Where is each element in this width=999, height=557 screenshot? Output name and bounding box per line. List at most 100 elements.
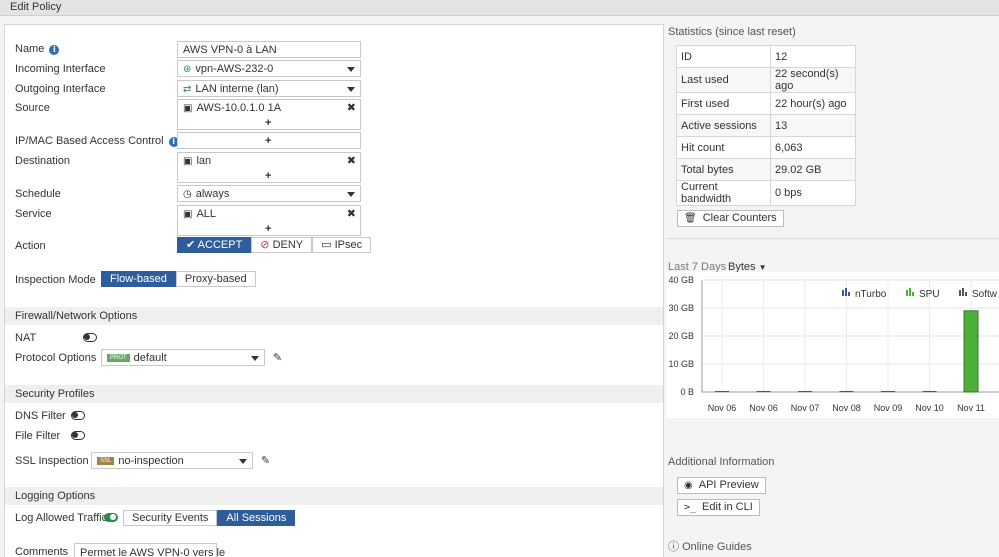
x-tick-label: Nov 06 [708, 403, 737, 413]
statistics-row: Current bandwidth 0 bps [676, 180, 856, 206]
flow-based-button[interactable]: Flow-based [101, 271, 176, 287]
service-field[interactable]: ▣ ALL ✖ + [177, 205, 361, 236]
bar-spu [922, 391, 937, 392]
remove-service-icon[interactable]: ✖ [347, 207, 356, 220]
statistics-title: Statistics (since last reset) [668, 26, 796, 38]
ssl-tag: SSL [97, 457, 115, 465]
name-input[interactable]: AWS VPN-0 à LAN [177, 41, 361, 58]
edit-pencil-icon[interactable]: ✎ [273, 351, 282, 364]
service-icon: ▣ [183, 209, 193, 220]
action-label: Action [15, 240, 46, 252]
statistics-key: ID [676, 45, 771, 68]
log-allowed-traffic-toggle[interactable] [104, 513, 118, 522]
chevron-down-icon [347, 67, 355, 72]
monitor-icon: ▭ [321, 239, 335, 251]
statistics-table: ID 12 Last used 22 second(s) ago First used 2… [676, 45, 856, 206]
action-ipsec-button[interactable]: ▭ IPsec [312, 237, 372, 253]
legend-label: nTurbo [855, 289, 887, 300]
nat-toggle[interactable] [83, 333, 97, 342]
destination-field[interactable]: ▣ lan ✖ + [177, 152, 361, 183]
nat-label: NAT [15, 332, 37, 344]
dns-filter-toggle[interactable] [71, 411, 85, 420]
legend-swatch [845, 288, 847, 296]
statistics-value: 12 [770, 45, 856, 68]
bar-spu [839, 391, 854, 392]
ipmac-field[interactable]: + [177, 132, 361, 149]
security-events-button[interactable]: Security Events [123, 510, 218, 526]
address-object-icon: ▣ [183, 156, 193, 167]
divider [666, 238, 999, 239]
x-tick-label: Nov 06 [749, 403, 778, 413]
x-tick-label: Nov 11 [957, 403, 985, 413]
chevron-down-icon [347, 87, 355, 92]
clear-counters-button[interactable]: 🗑 Clear Counters [677, 210, 784, 227]
action-accept-button[interactable]: ✔ ACCEPT [177, 237, 252, 253]
statistics-row: ID 12 [676, 45, 856, 68]
statistics-row: Total bytes 29.02 GB [676, 158, 856, 181]
statistics-value: 22 second(s) ago [770, 67, 856, 93]
statistics-row: Last used 22 second(s) ago [676, 67, 856, 93]
outgoing-interface-label: Outgoing Interface [15, 83, 106, 95]
check-icon: ✔ [186, 239, 198, 251]
service-label: Service [15, 208, 52, 220]
add-source-icon[interactable]: + [265, 117, 271, 129]
online-guides-link[interactable]: ⓘ Online Guides [668, 538, 752, 554]
add-destination-icon[interactable]: + [265, 170, 271, 182]
eye-icon: ◉ [684, 480, 693, 491]
api-preview-button[interactable]: ◉ API Preview [677, 477, 766, 494]
statistics-row: First used 22 hour(s) ago [676, 92, 856, 115]
title-bar: Edit Policy [0, 0, 999, 16]
add-ipmac-icon[interactable]: + [265, 135, 271, 147]
statistics-value: 22 hour(s) ago [770, 92, 856, 115]
policy-form: Name i AWS VPN-0 à LAN Incoming Interface… [4, 24, 664, 557]
security-section-header: Security Profiles [5, 385, 663, 403]
statistics-value: 29.02 GB [770, 158, 856, 181]
ssl-inspection-select[interactable]: SSL no-inspection [91, 452, 253, 469]
logging-mode-group: Security Events All Sessions [123, 510, 296, 526]
proxy-based-button[interactable]: Proxy-based [175, 271, 256, 287]
statistics-row: Hit count 6,063 [676, 136, 856, 159]
incoming-interface-label: Incoming Interface [15, 63, 106, 75]
statistics-key: Total bytes [676, 158, 771, 181]
x-tick-label: Nov 08 [832, 403, 861, 413]
statistics-value: 13 [770, 114, 856, 137]
protocol-tag: PROT [107, 354, 130, 362]
traffic-chart-svg: 40 GB 30 GB 20 GB 10 GB 0 B Nov 06 Nov 06 Nov 0… [668, 275, 999, 413]
remove-source-icon[interactable]: ✖ [347, 101, 356, 114]
statistics-key: Last used [676, 67, 771, 93]
chevron-down-icon [347, 192, 355, 197]
action-deny-button[interactable]: ⊘ DENY [251, 237, 313, 253]
page-title: Edit Policy [10, 1, 62, 13]
add-service-icon[interactable]: + [265, 223, 271, 235]
caret-down-icon: ▼ [758, 263, 767, 272]
destination-label: Destination [15, 155, 71, 167]
source-field[interactable]: ▣ AWS-10.0.1.0 1A ✖ + [177, 99, 361, 130]
schedule-select[interactable]: ◷ always [177, 185, 361, 202]
edit-in-cli-button[interactable]: >_ Edit in CLI [677, 499, 760, 516]
statistics-value: 0 bps [770, 180, 856, 206]
source-label: Source [15, 102, 50, 114]
outgoing-interface-select[interactable]: ⇄ LAN interne (lan) [177, 80, 361, 97]
protocol-options-select[interactable]: PROT default [101, 349, 265, 366]
file-filter-label: File Filter [15, 430, 61, 442]
legend-label: Softw [972, 289, 998, 300]
action-toggle-group: ✔ ACCEPT ⊘ DENY ▭ IPsec [177, 237, 372, 253]
incoming-interface-select[interactable]: ⊛ vpn-AWS-232-0 [177, 60, 361, 77]
y-tick-label: 0 B [680, 387, 694, 397]
comments-label: Comments [15, 546, 69, 557]
legend-swatch [842, 290, 844, 296]
terminal-icon: >_ [684, 502, 697, 513]
edit-pencil-icon[interactable]: ✎ [261, 454, 270, 467]
remove-destination-icon[interactable]: ✖ [347, 154, 356, 167]
chevron-down-icon [251, 356, 259, 361]
file-filter-toggle[interactable] [71, 431, 85, 440]
info-icon[interactable]: i [49, 45, 60, 55]
all-sessions-button[interactable]: All Sessions [217, 510, 296, 526]
network-ports-icon: ⇄ [183, 84, 192, 95]
vpn-tunnel-icon: ⊛ [183, 64, 192, 75]
comments-textarea[interactable]: Permet le AWS VPN-0 vers le [74, 543, 225, 557]
statistics-row: Active sessions 13 [676, 114, 856, 137]
x-tick-label: Nov 07 [791, 403, 820, 413]
legend-swatch [912, 292, 914, 296]
legend-swatch [959, 290, 961, 296]
